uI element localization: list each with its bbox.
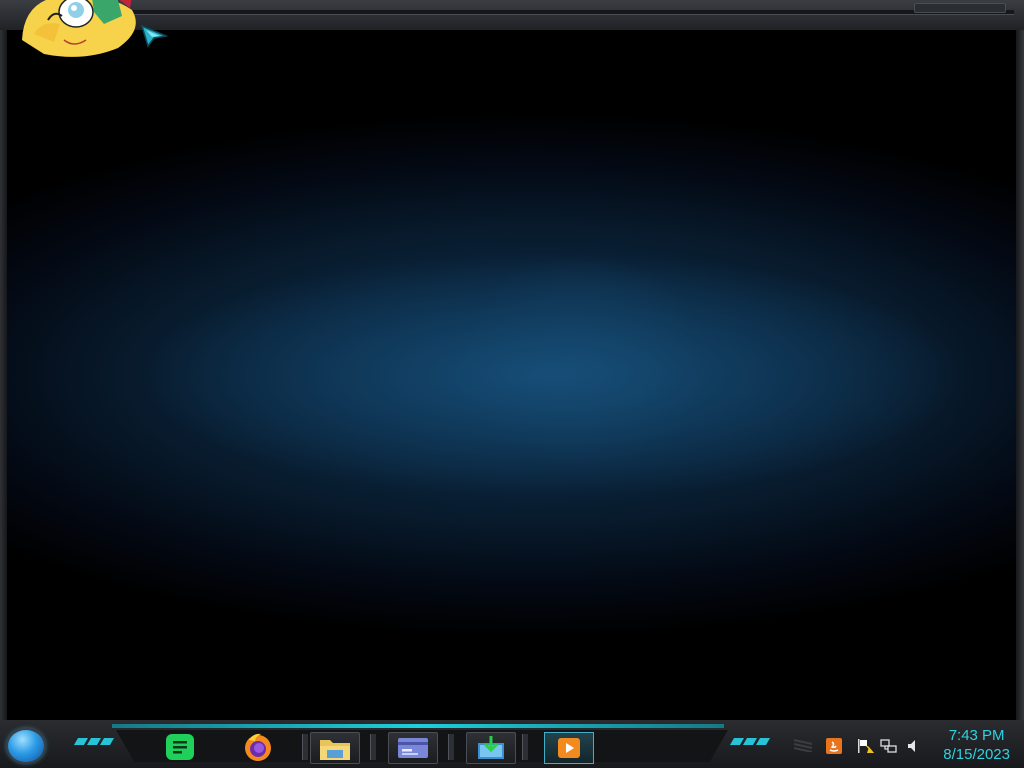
tray-overflow-icon[interactable] <box>792 738 813 754</box>
network-icon[interactable] <box>880 738 897 754</box>
volume-icon[interactable] <box>906 738 922 754</box>
right-chevrons-decoration <box>729 738 771 745</box>
top-frame-line <box>120 10 1014 15</box>
card-app-button[interactable] <box>388 732 438 764</box>
action-center-flag-icon[interactable] <box>857 738 874 754</box>
notes-icon <box>166 734 194 760</box>
left-window-frame <box>0 30 7 720</box>
taskbar-separator <box>370 734 376 760</box>
download-app-button[interactable] <box>466 732 516 764</box>
taskbar-accent-stripe <box>112 724 724 728</box>
java-icon[interactable] <box>826 738 842 754</box>
right-window-frame <box>1016 30 1024 720</box>
download-icon <box>478 736 504 759</box>
start-button[interactable] <box>8 730 44 762</box>
desktop-background[interactable] <box>7 30 1016 720</box>
taskbar-separator <box>448 734 454 760</box>
firefox-icon <box>245 733 271 761</box>
teal-arrow-cursor-icon <box>140 24 168 48</box>
taskbar-separator <box>522 734 528 760</box>
folder-icon <box>320 740 350 760</box>
clock-time: 7:43 PM <box>948 727 1005 744</box>
left-chevrons-decoration <box>73 738 115 745</box>
clock[interactable]: 7:43 PM 8/15/2023 <box>943 726 1010 764</box>
top-frame-handle[interactable] <box>914 3 1006 13</box>
taskbar-separator <box>302 734 308 760</box>
firefox-button[interactable] <box>234 732 282 762</box>
clock-date: 8/15/2023 <box>943 746 1010 763</box>
file-explorer-button[interactable] <box>310 732 360 764</box>
media-player-button[interactable] <box>544 732 594 764</box>
play-icon <box>558 738 580 758</box>
screen: 7:43 PM 8/15/2023 <box>0 0 1024 768</box>
notes-app-button[interactable] <box>156 732 204 762</box>
taskbar: 7:43 PM 8/15/2023 <box>0 720 1024 768</box>
cartoon-character-peeking-icon[interactable] <box>14 0 140 60</box>
id-card-icon <box>398 738 428 758</box>
